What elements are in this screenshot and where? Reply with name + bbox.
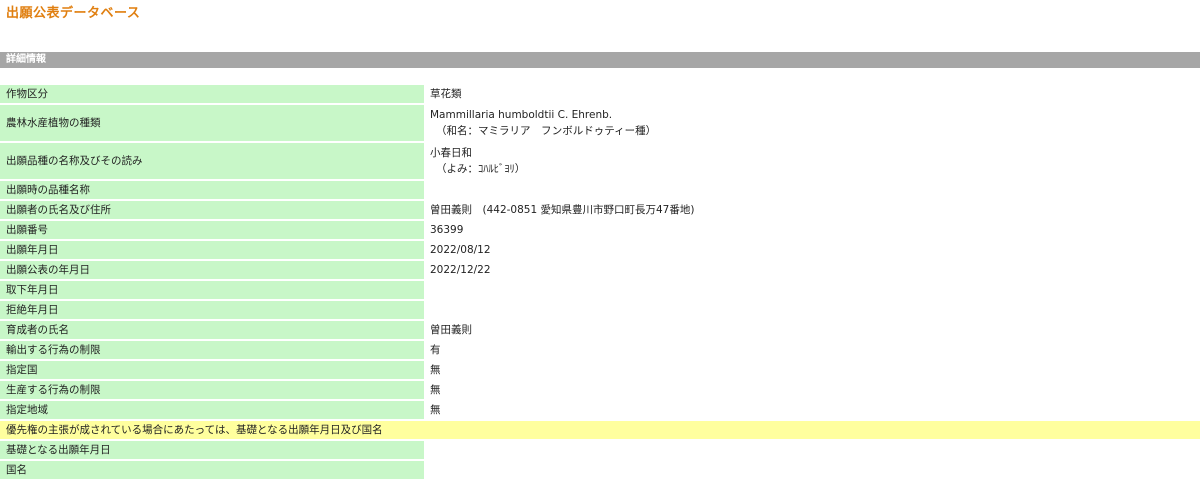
row-label: 指定地域 (0, 401, 424, 421)
table-row-breeder-name: 育成者の氏名 曽田義則 (0, 321, 1200, 341)
row-label: 出願時の品種名称 (0, 181, 424, 201)
row-label: 作物区分 (0, 85, 424, 105)
row-value (424, 441, 1200, 461)
variety-name: 小春日和 (430, 147, 472, 159)
row-value: 曽田義則 (442-0851 愛知県豊川市野口町長万47番地) (424, 201, 1200, 221)
row-value: 2022/08/12 (424, 241, 1200, 261)
detail-table: 作物区分 草花類 農林水産植物の種類 Mammillaria humboldti… (0, 85, 1200, 481)
row-label: 農林水産植物の種類 (0, 105, 424, 143)
table-row-rejection-date: 拒絶年月日 (0, 301, 1200, 321)
row-label: 育成者の氏名 (0, 321, 424, 341)
section-header-details: 詳細情報 (0, 52, 1200, 68)
row-value (424, 301, 1200, 321)
row-value (424, 281, 1200, 301)
row-value: 曽田義則 (424, 321, 1200, 341)
table-row-priority-claim: 優先権の主張が成されている場合にあたっては、基礎となる出願年月日及び国名 (0, 421, 1200, 441)
row-label: 指定国 (0, 361, 424, 381)
row-label: 出願者の氏名及び住所 (0, 201, 424, 221)
table-row-crop-category: 作物区分 草花類 (0, 85, 1200, 105)
row-label: 出願品種の名称及びその読み (0, 143, 424, 181)
row-value: 36399 (424, 221, 1200, 241)
row-value: 無 (424, 381, 1200, 401)
row-value: Mammillaria humboldtii C. Ehrenb. （和名：マミ… (424, 105, 1200, 143)
row-label: 輸出する行為の制限 (0, 341, 424, 361)
row-value: 草花類 (424, 85, 1200, 105)
row-label: 国名 (0, 461, 424, 481)
row-label: 拒絶年月日 (0, 301, 424, 321)
row-value: 有 (424, 341, 1200, 361)
row-value: 無 (424, 401, 1200, 421)
row-label: 出願年月日 (0, 241, 424, 261)
row-value: 無 (424, 361, 1200, 381)
table-row-original-variety-name: 出願時の品種名称 (0, 181, 1200, 201)
table-row-country-name: 国名 (0, 461, 1200, 481)
table-row-designated-region: 指定地域 無 (0, 401, 1200, 421)
row-label: 生産する行為の制限 (0, 381, 424, 401)
table-row-applicant: 出願者の氏名及び住所 曽田義則 (442-0851 愛知県豊川市野口町長万47番… (0, 201, 1200, 221)
row-value (424, 181, 1200, 201)
table-row-plant-species: 農林水産植物の種類 Mammillaria humboldtii C. Ehre… (0, 105, 1200, 143)
row-value: 2022/12/22 (424, 261, 1200, 281)
row-label: 出願番号 (0, 221, 424, 241)
row-label: 取下年月日 (0, 281, 424, 301)
row-value (424, 461, 1200, 481)
app-title: 出願公表データベース (6, 6, 141, 21)
table-row-production-restriction: 生産する行為の制限 無 (0, 381, 1200, 401)
row-label: 基礎となる出願年月日 (0, 441, 424, 461)
variety-reading: （よみ：ｺﾊﾙﾋﾞﾖﾘ） (436, 163, 526, 175)
table-row-publication-date: 出願公表の年月日 2022/12/22 (0, 261, 1200, 281)
row-value: 小春日和 （よみ：ｺﾊﾙﾋﾞﾖﾘ） (424, 143, 1200, 181)
priority-claim-label: 優先権の主張が成されている場合にあたっては、基礎となる出願年月日及び国名 (0, 421, 1200, 441)
table-row-application-date: 出願年月日 2022/08/12 (0, 241, 1200, 261)
table-row-designated-country: 指定国 無 (0, 361, 1200, 381)
row-label: 出願公表の年月日 (0, 261, 424, 281)
table-row-export-restriction: 輸出する行為の制限 有 (0, 341, 1200, 361)
table-row-application-number: 出願番号 36399 (0, 221, 1200, 241)
species-japanese-name: （和名：マミラリア フンボルドゥティー種） (436, 125, 657, 137)
species-latin-name: Mammillaria humboldtii C. Ehrenb. (430, 109, 613, 121)
table-row-base-application-date: 基礎となる出願年月日 (0, 441, 1200, 461)
table-row-variety-name: 出願品種の名称及びその読み 小春日和 （よみ：ｺﾊﾙﾋﾞﾖﾘ） (0, 143, 1200, 181)
table-row-withdrawal-date: 取下年月日 (0, 281, 1200, 301)
